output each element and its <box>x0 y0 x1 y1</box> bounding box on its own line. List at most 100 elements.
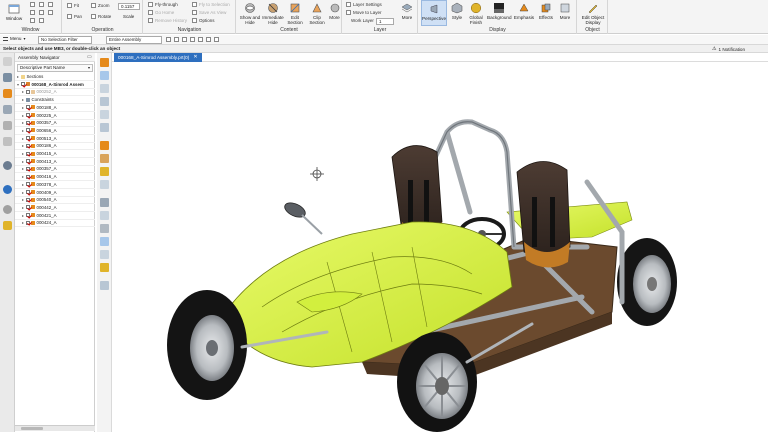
layout-3-icon[interactable] <box>48 2 53 7</box>
emphasis-button[interactable]: Emphasis <box>513 2 535 20</box>
visibility-checkbox[interactable] <box>26 190 30 194</box>
visibility-checkbox[interactable] <box>26 174 30 179</box>
select-tool-icon[interactable] <box>166 37 171 42</box>
rotate-view-icon[interactable] <box>100 84 109 93</box>
tree-row[interactable]: ▸ Constraints <box>15 96 54 103</box>
layer-more-button[interactable]: More <box>399 2 415 20</box>
work-layer-select[interactable]: 1 <box>376 18 394 25</box>
perspective-button[interactable]: Perspective <box>421 0 447 26</box>
visibility-checkbox[interactable] <box>26 143 30 148</box>
trimetric-view-icon[interactable] <box>100 123 109 132</box>
column-header[interactable]: Descriptive Part Name ▾ <box>17 64 93 72</box>
fit-button[interactable]: Fit <box>67 3 79 8</box>
shaded-view-icon[interactable] <box>100 141 109 150</box>
close-icon[interactable]: ✕ <box>193 53 197 62</box>
tree-row[interactable]: ▸ 000421_A <box>15 212 57 219</box>
rear-right-wheel[interactable] <box>617 238 677 326</box>
scrollbar-thumb[interactable] <box>21 427 43 430</box>
visibility-checkbox[interactable] <box>26 220 30 225</box>
move-to-layer-button[interactable]: Move to Layer <box>346 10 382 15</box>
show-hide-view-icon[interactable] <box>100 237 109 246</box>
tree-row[interactable]: ▸ 000415_A <box>15 150 57 157</box>
visibility-checkbox[interactable] <box>26 136 30 141</box>
pan-button[interactable]: Pan <box>67 14 82 19</box>
visibility-checkbox[interactable] <box>26 197 30 202</box>
layout-1-icon[interactable] <box>30 2 35 7</box>
edge-tool-icon[interactable] <box>198 37 203 42</box>
tree-row[interactable]: ▸ 000413_A <box>15 158 57 165</box>
front-left-wheel[interactable] <box>167 290 247 400</box>
side-mirror[interactable] <box>282 200 323 235</box>
assembly-navigator-icon[interactable] <box>3 89 12 98</box>
clip-view-icon[interactable] <box>100 211 109 220</box>
hidden-line-icon[interactable] <box>100 180 109 189</box>
point-tool-icon[interactable] <box>182 37 187 42</box>
visibility-checkbox[interactable] <box>26 151 30 156</box>
visibility-checkbox[interactable] <box>21 82 25 87</box>
measure-view-icon[interactable] <box>100 281 109 290</box>
constraint-navigator-icon[interactable] <box>3 105 12 114</box>
car-model[interactable] <box>112 62 768 432</box>
background-button[interactable]: Background <box>487 2 512 20</box>
visibility-checkbox[interactable] <box>26 166 30 171</box>
menu-button[interactable]: Menu ▾ <box>3 36 26 41</box>
tree-row[interactable]: ▸ 000186_A <box>15 142 57 149</box>
visibility-checkbox[interactable] <box>26 213 30 218</box>
layer-view-icon[interactable] <box>100 224 109 233</box>
zoom-button[interactable]: Zoom <box>91 3 110 8</box>
tree-row[interactable]: ▸ 000424_A <box>15 219 57 226</box>
tree-row[interactable]: ▸ Sections <box>15 73 43 80</box>
tree-row[interactable]: ▸ 000656_A <box>15 127 57 134</box>
remove-history-button[interactable]: Remove History <box>148 18 187 23</box>
visibility-checkbox[interactable] <box>26 105 30 110</box>
layout-7-icon[interactable] <box>30 18 35 23</box>
fly-to-selection-button[interactable]: Fly to Selection <box>192 2 230 7</box>
snap-tool-icon[interactable] <box>174 37 179 42</box>
material-view-icon[interactable] <box>100 263 109 272</box>
shaded-edges-icon[interactable] <box>100 154 109 163</box>
global-finish-button[interactable]: Global Finish <box>466 2 486 25</box>
tree-row[interactable]: ▸ 000357_A <box>15 119 57 126</box>
zoom-view-icon[interactable] <box>100 71 109 80</box>
tree-row[interactable]: ▸ 000409_A <box>15 189 57 196</box>
zoom-value-input[interactable]: 0.1157 <box>118 3 140 10</box>
tree-row[interactable]: ▸ 000442_A <box>15 204 57 211</box>
face-tool-icon[interactable] <box>206 37 211 42</box>
style-button[interactable]: Style <box>449 2 465 20</box>
display-more-button[interactable]: More <box>557 2 573 20</box>
settings-icon[interactable] <box>3 57 12 66</box>
vertex-tool-icon[interactable] <box>190 37 195 42</box>
tree-row[interactable]: ▸ 000188_A <box>15 104 57 111</box>
save-as-view-button[interactable]: Save As View <box>192 10 226 15</box>
visibility-checkbox[interactable] <box>26 159 30 164</box>
edit-object-display-button[interactable]: Edit Object Display <box>579 2 607 25</box>
show-hide-button[interactable]: Show and Hide <box>239 2 261 25</box>
tree-row[interactable]: ▸ 000252_A <box>15 88 57 95</box>
visibility-checkbox[interactable] <box>26 120 30 125</box>
layout-6-icon[interactable] <box>48 10 53 15</box>
go-home-button[interactable]: Go Home <box>148 10 174 15</box>
layout-8-icon[interactable] <box>39 18 44 23</box>
part-navigator-icon[interactable] <box>3 73 12 82</box>
graphics-viewport[interactable] <box>112 62 768 432</box>
visibility-checkbox[interactable] <box>26 205 30 210</box>
layout-2-icon[interactable] <box>39 2 44 7</box>
layout-5-icon[interactable] <box>39 10 44 15</box>
visibility-checkbox[interactable] <box>26 182 30 187</box>
system-materials-icon[interactable] <box>3 185 12 194</box>
selection-filter-select[interactable]: No Selection Filter <box>38 36 92 44</box>
layout-4-icon[interactable] <box>30 10 35 15</box>
assembly-scope-select[interactable]: Entire Assembly <box>106 36 162 44</box>
fly-through-button[interactable]: Fly-through <box>148 2 178 7</box>
front-right-wheel[interactable] <box>397 332 477 432</box>
content-more-button[interactable]: More <box>328 2 341 20</box>
options-button[interactable]: Options <box>192 18 215 23</box>
tree-row[interactable]: ▸ 000378_A <box>15 181 57 188</box>
tree-row[interactable]: ▸ 000513_A <box>15 135 57 142</box>
clip-section-button[interactable]: Clip Section <box>307 2 327 25</box>
edit-section-button[interactable]: Edit Section <box>285 2 305 25</box>
layer-settings-button[interactable]: Layer Settings <box>346 2 382 7</box>
visibility-checkbox[interactable] <box>26 89 30 94</box>
effects-button[interactable]: Effects <box>537 2 555 20</box>
fit-view-icon[interactable] <box>100 58 109 67</box>
